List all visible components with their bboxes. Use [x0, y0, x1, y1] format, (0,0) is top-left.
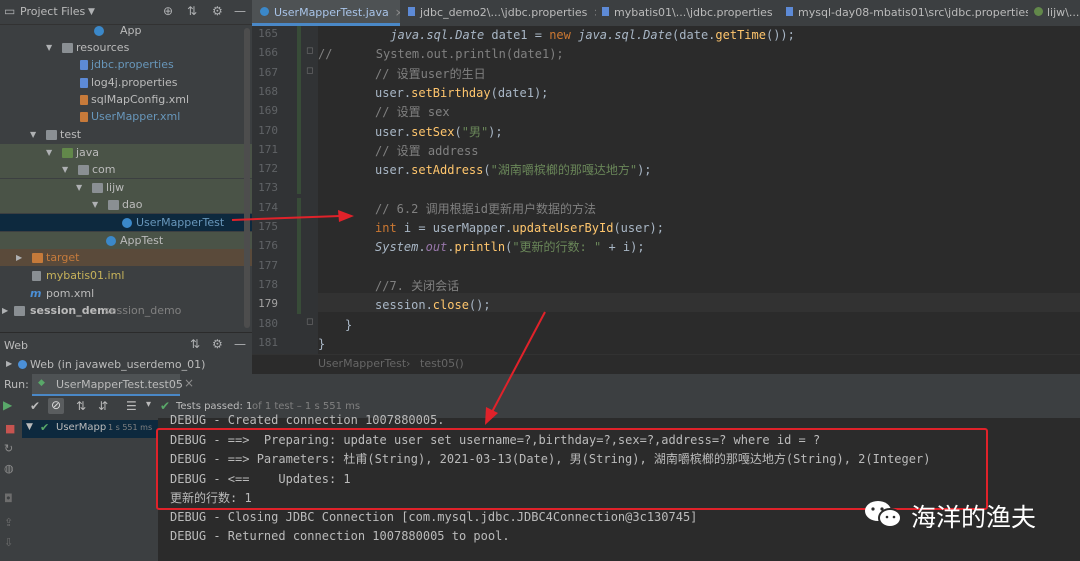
watermark-text: 海洋的渔夫	[911, 503, 1037, 532]
watermark: 海洋的渔夫	[863, 496, 1063, 532]
annotation-arrows	[231, 210, 546, 425]
arrow-line	[231, 215, 341, 221]
arrow-line	[491, 311, 546, 413]
wechat-icon	[865, 501, 902, 528]
arrow-head	[338, 210, 354, 222]
arrow-head	[485, 407, 498, 425]
